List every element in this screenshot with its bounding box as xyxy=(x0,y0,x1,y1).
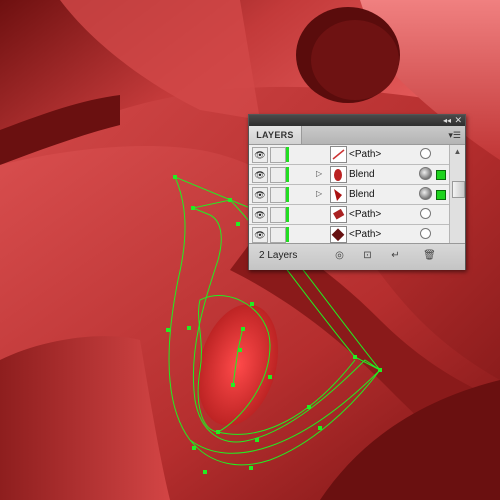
lock-toggle[interactable] xyxy=(270,227,286,243)
layer-count: 2 Layers xyxy=(259,250,298,261)
target-circle-icon[interactable] xyxy=(420,148,431,159)
expand-triangle-icon[interactable]: ▷ xyxy=(316,188,322,200)
layer-name[interactable]: Blend xyxy=(349,185,375,204)
selection-indicator[interactable] xyxy=(436,190,446,200)
scroll-thumb[interactable] xyxy=(452,181,465,198)
double-chevron-icon[interactable]: ◂◂ xyxy=(443,115,451,126)
layer-color-bar xyxy=(286,187,289,202)
lock-toggle[interactable] xyxy=(270,167,286,183)
layer-color-bar xyxy=(286,207,289,222)
layer-name[interactable]: Blend xyxy=(349,165,375,184)
new-sublayer-icon[interactable]: ↵ xyxy=(389,249,402,262)
layer-row[interactable]: 👁 <Path> xyxy=(249,205,449,225)
delete-icon[interactable]: 🗑 xyxy=(423,249,436,262)
locate-object-icon[interactable]: ◎ xyxy=(333,249,346,262)
panel-menu-icon[interactable]: ▾☰ xyxy=(448,129,461,141)
eye-icon[interactable]: 👁 xyxy=(252,167,268,183)
lock-toggle[interactable] xyxy=(270,187,286,203)
layers-panel[interactable]: ◂◂ ✕ LAYERS ▾☰ 👁 <Path> 👁 ▷ Blend 👁 ▷ Bl… xyxy=(248,114,466,270)
target-appearance-icon[interactable] xyxy=(419,187,432,200)
target-circle-icon[interactable] xyxy=(420,208,431,219)
layer-color-bar xyxy=(286,227,289,242)
target-circle-icon[interactable] xyxy=(420,228,431,239)
panel-tabs: LAYERS ▾☰ xyxy=(249,126,465,145)
layer-thumbnail xyxy=(330,186,347,203)
layer-color-bar xyxy=(286,147,289,162)
lock-toggle[interactable] xyxy=(270,147,286,163)
layer-row[interactable]: 👁 ▷ Blend xyxy=(249,165,449,185)
layer-name[interactable]: <Path> xyxy=(349,205,381,224)
make-clipping-mask-icon[interactable]: ⊡ xyxy=(361,249,374,262)
layer-thumbnail xyxy=(330,146,347,163)
layer-thumbnail xyxy=(330,206,347,223)
eye-icon[interactable]: 👁 xyxy=(252,207,268,223)
layer-name[interactable]: <Path> xyxy=(349,145,381,164)
eye-icon[interactable]: 👁 xyxy=(252,227,268,243)
eye-icon[interactable]: 👁 xyxy=(252,147,268,163)
layer-thumbnail xyxy=(330,166,347,183)
scroll-up-icon[interactable]: ▲ xyxy=(450,147,465,156)
selection-indicator[interactable] xyxy=(436,170,446,180)
layer-name[interactable]: <Path> xyxy=(349,225,381,244)
layer-color-bar xyxy=(286,167,289,182)
layer-row[interactable]: 👁 <Path> xyxy=(249,225,449,245)
eye-icon[interactable]: 👁 xyxy=(252,187,268,203)
layer-row[interactable]: 👁 ▷ Blend xyxy=(249,185,449,205)
close-icon[interactable]: ✕ xyxy=(454,115,462,126)
expand-triangle-icon[interactable]: ▷ xyxy=(316,168,322,180)
target-appearance-icon[interactable] xyxy=(419,167,432,180)
panel-footer: 2 Layers ◎ ⊡ ↵ ▣ 🗑 xyxy=(249,243,465,270)
lock-toggle[interactable] xyxy=(270,207,286,223)
ribbon-hole-inner xyxy=(311,20,399,100)
tab-layers[interactable]: LAYERS xyxy=(249,126,302,144)
panel-titlebar[interactable]: ◂◂ ✕ xyxy=(249,115,465,126)
layer-thumbnail xyxy=(330,226,347,243)
layer-row[interactable]: 👁 <Path> xyxy=(249,145,449,165)
